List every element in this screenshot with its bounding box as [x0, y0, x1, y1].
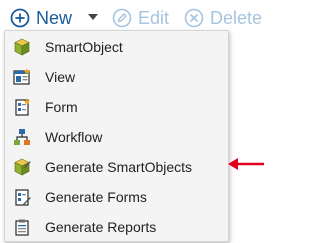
menu-item-label: Generate Forms	[45, 189, 147, 205]
delete-label: Delete	[210, 8, 263, 28]
menu-item-label: SmartObject	[45, 39, 123, 55]
plus-circle-icon	[10, 8, 30, 28]
menu-item-label: Generate SmartObjects	[45, 159, 193, 175]
edit-icon	[112, 8, 132, 28]
new-label: New	[36, 8, 73, 28]
new-button[interactable]: New	[10, 7, 72, 29]
menu-item-generate-forms[interactable]: Generate Forms	[5, 182, 228, 212]
delete-icon	[184, 8, 204, 28]
delete-button[interactable]: Delete	[184, 7, 262, 29]
view-icon	[13, 68, 30, 85]
form-icon	[15, 98, 30, 116]
generate-forms-icon	[15, 189, 31, 206]
edit-button[interactable]: Edit	[112, 7, 169, 29]
edit-label: Edit	[138, 8, 170, 28]
new-dropdown-menu: SmartObject View Form Workflow Generate …	[4, 30, 229, 242]
menu-item-label: Form	[45, 99, 78, 115]
menu-item-label: View	[45, 69, 76, 85]
red-pointer-arrow-icon	[228, 158, 264, 170]
menu-item-workflow[interactable]: Workflow	[5, 122, 228, 152]
menu-item-smartobject[interactable]: SmartObject	[5, 32, 228, 62]
menu-item-generate-reports[interactable]: Generate Reports	[5, 212, 228, 242]
generate-smartobjects-icon	[14, 158, 31, 176]
new-dropdown-arrow-icon[interactable]	[88, 14, 98, 20]
generate-reports-icon	[15, 219, 29, 236]
menu-item-generate-smartobjects[interactable]: Generate SmartObjects	[5, 152, 228, 182]
menu-item-label: Generate Reports	[45, 219, 157, 235]
workflow-icon	[14, 129, 30, 145]
menu-item-view[interactable]: View	[5, 62, 228, 92]
menu-item-form[interactable]: Form	[5, 92, 228, 122]
menu-item-label: Workflow	[45, 129, 103, 145]
smartobject-icon	[14, 38, 30, 56]
